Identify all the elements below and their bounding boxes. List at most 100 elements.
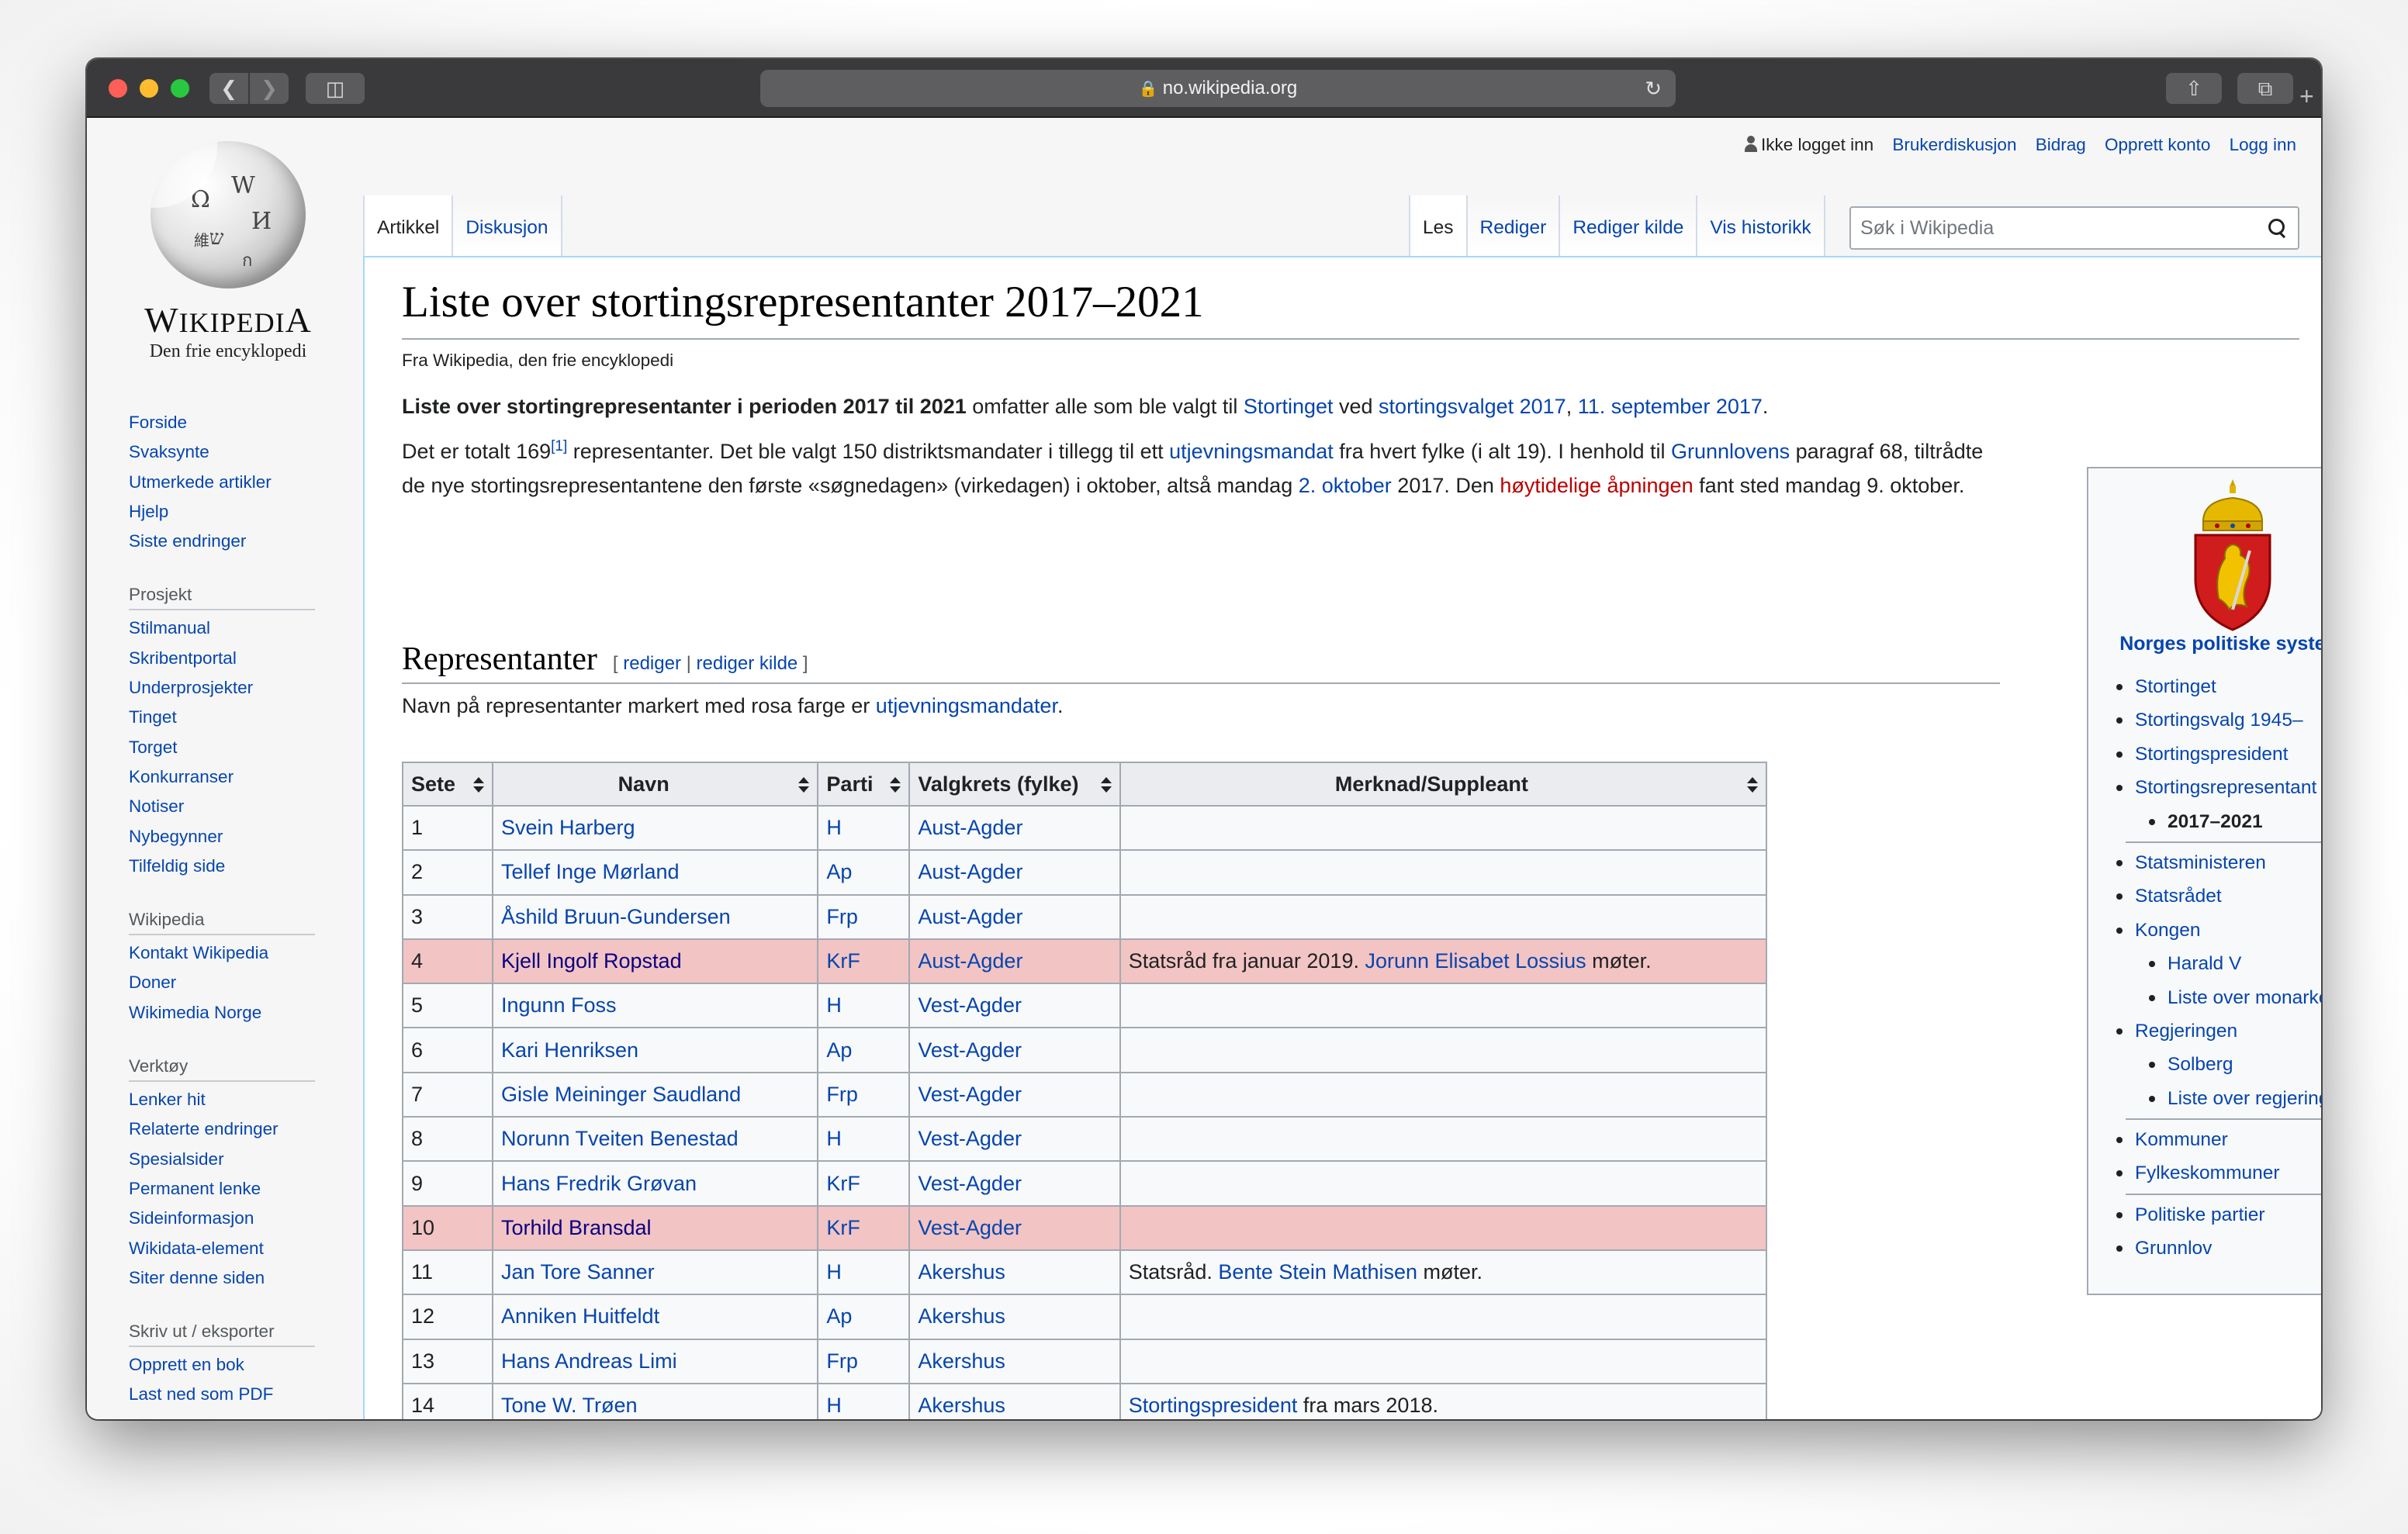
sidebar-item-siter-denne-siden[interactable]: Siter denne siden — [129, 1263, 338, 1293]
party-link[interactable]: Frp — [826, 1083, 858, 1106]
reference-1[interactable]: [1] — [551, 438, 567, 454]
sidebar-heading-verktoy[interactable]: Verktøy — [129, 1051, 315, 1083]
party-link[interactable]: H — [826, 1127, 842, 1150]
sidebar-item-hjelp[interactable]: Hjelp — [129, 497, 338, 527]
sort-icon[interactable] — [798, 777, 810, 794]
sidebar-item-last-ned-som-pdf[interactable]: Last ned som PDF — [129, 1380, 338, 1409]
infobox-item-stortinget[interactable]: Stortinget — [2112, 670, 2321, 703]
party-link[interactable]: H — [826, 993, 842, 1017]
sidebar-item-torget[interactable]: Torget — [129, 733, 338, 762]
representative-link[interactable]: Kjell Ingolf Ropstad — [501, 949, 682, 973]
sidebar-item-spesialsider[interactable]: Spesialsider — [129, 1145, 338, 1174]
address-bar[interactable]: 🔒 no.wikipedia.org ↻ — [760, 70, 1676, 107]
representative-link[interactable]: Anniken Huitfeldt — [501, 1304, 659, 1328]
party-link[interactable]: H — [826, 1260, 842, 1284]
column-header-parti[interactable]: Parti — [817, 762, 911, 807]
column-header-sete[interactable]: Sete — [402, 762, 493, 807]
representative-link[interactable]: Hans Fredrik Grøvan — [501, 1172, 697, 1195]
sidebar-item-lenker-hit[interactable]: Lenker hit — [129, 1085, 338, 1114]
party-link[interactable]: H — [826, 1394, 842, 1417]
column-header-merknad[interactable]: Merknad/Suppleant — [1119, 762, 1768, 807]
infobox-item-fylkeskommuner[interactable]: Fylkeskommuner — [2112, 1156, 2321, 1190]
sidebar-item-permanent-lenke[interactable]: Permanent lenke — [129, 1174, 338, 1204]
infobox-item-liste-over-regjeringer[interactable]: Liste over regjeringer — [2112, 1082, 2321, 1115]
sidebar-item-relaterte-endringer[interactable]: Relaterte endringer — [129, 1114, 338, 1144]
link-stortinget[interactable]: Stortinget — [1244, 395, 1334, 418]
sidebar-item-tinget[interactable]: Tinget — [129, 703, 338, 732]
sidebar-heading-wikipedia[interactable]: Wikipedia — [129, 904, 315, 936]
zoom-window-button[interactable] — [171, 79, 189, 98]
link-opprett-konto[interactable]: Opprett konto — [2105, 135, 2210, 154]
constituency-link[interactable]: Vest-Agder — [918, 1216, 1022, 1239]
sidebar-item-wikimedia-norge[interactable]: Wikimedia Norge — [129, 998, 338, 1028]
constituency-link[interactable]: Aust-Agder — [918, 949, 1022, 973]
party-link[interactable]: KrF — [826, 1172, 860, 1195]
note-link[interactable]: Stortingspresident — [1129, 1394, 1298, 1417]
representative-link[interactable]: Tellef Inge Mørland — [501, 860, 680, 883]
infobox-item-liste-over-monarker[interactable]: Liste over monarker — [2112, 981, 2321, 1014]
sidebar-item-forside[interactable]: Forside — [129, 408, 338, 437]
column-header-valgkrets[interactable]: Valgkrets (fylke) — [908, 762, 1121, 807]
edit-section-link[interactable]: rediger — [623, 653, 681, 674]
sidebar-item-wikidata-element[interactable]: Wikidata-element — [129, 1234, 338, 1263]
representative-link[interactable]: Torhild Bransdal — [501, 1216, 652, 1239]
sidebar-item-siste-endringer[interactable]: Siste endringer — [129, 527, 338, 556]
constituency-link[interactable]: Vest-Agder — [918, 1083, 1022, 1106]
constituency-link[interactable]: Vest-Agder — [918, 1127, 1022, 1150]
edit-source-section-link[interactable]: rediger kilde — [697, 653, 798, 674]
share-button[interactable]: ⇧ — [2166, 73, 2222, 104]
representative-link[interactable]: Åshild Bruun-Gundersen — [501, 905, 731, 928]
representative-link[interactable]: Gisle Meininger Saudland — [501, 1083, 741, 1106]
sort-icon[interactable] — [890, 777, 901, 794]
sort-icon[interactable] — [1747, 777, 1758, 794]
representative-link[interactable]: Jan Tore Sanner — [501, 1260, 655, 1284]
infobox-title[interactable]: Norges politiske system — [2088, 633, 2321, 655]
constituency-link[interactable]: Akershus — [918, 1260, 1005, 1284]
sidebar-item-stilmanual[interactable]: Stilmanual — [129, 613, 338, 643]
link-stortingsvalget-2017[interactable]: stortingsvalget 2017 — [1379, 395, 1566, 418]
note-link[interactable]: Bente Stein Mathisen — [1218, 1260, 1417, 1284]
sidebar-item-opprett-en-bok[interactable]: Opprett en bok — [129, 1350, 338, 1380]
new-tab-button[interactable]: + — [2299, 82, 2314, 111]
note-link[interactable]: Jorunn Elisabet Lossius — [1365, 949, 1586, 973]
link-utjevningsmandater[interactable]: utjevningsmandater — [876, 694, 1057, 717]
infobox-item-stortingspresident[interactable]: Stortingspresident — [2112, 738, 2321, 771]
constituency-link[interactable]: Akershus — [918, 1349, 1005, 1373]
sort-icon[interactable] — [1100, 777, 1112, 794]
sidebar-item-notiser[interactable]: Notiser — [129, 792, 338, 821]
infobox-item-stortingsvalg-1945[interactable]: Stortingsvalg 1945– — [2112, 703, 2321, 737]
constituency-link[interactable]: Akershus — [918, 1304, 1005, 1328]
party-link[interactable]: Ap — [826, 1038, 852, 1062]
sidebar-item-utmerkede-artikler[interactable]: Utmerkede artikler — [129, 468, 338, 497]
representative-link[interactable]: Kari Henriksen — [501, 1038, 638, 1062]
sidebar-item-svaksynte[interactable]: Svaksynte — [129, 437, 338, 467]
representative-link[interactable]: Ingunn Foss — [501, 993, 617, 1017]
column-header-navn[interactable]: Navn — [491, 762, 819, 807]
representative-link[interactable]: Svein Harberg — [501, 816, 635, 839]
constituency-link[interactable]: Vest-Agder — [918, 1038, 1022, 1062]
party-link[interactable]: H — [826, 816, 842, 839]
party-link[interactable]: Frp — [826, 905, 858, 928]
show-tabs-button[interactable]: ⧉ — [2237, 73, 2293, 104]
forward-button[interactable]: ❯ — [250, 73, 289, 104]
tab-rediger[interactable]: Rediger — [1467, 195, 1561, 257]
constituency-link[interactable]: Akershus — [918, 1394, 1005, 1417]
constituency-link[interactable]: Vest-Agder — [918, 1172, 1022, 1195]
redlink-hoytidelige-apningen[interactable]: høytidelige åpningen — [1500, 474, 1693, 497]
representative-link[interactable]: Tone W. Trøen — [501, 1394, 638, 1417]
link-logg-inn[interactable]: Logg inn — [2230, 135, 2296, 154]
sidebar-item-sideinformasjon[interactable]: Sideinformasjon — [129, 1204, 338, 1233]
constituency-link[interactable]: Aust-Agder — [918, 816, 1022, 839]
infobox-item-stortingsrepresentant[interactable]: Stortingsrepresentant — [2112, 771, 2321, 804]
sidebar-item-tilfeldig-side[interactable]: Tilfeldig side — [129, 852, 338, 881]
link-grunnlovens[interactable]: Grunnlovens — [1671, 440, 1790, 463]
sidebar-item-kontakt-wikipedia[interactable]: Kontakt Wikipedia — [129, 938, 338, 968]
infobox-item-politiske-partier[interactable]: Politiske partier — [2112, 1198, 2321, 1232]
infobox-item-regjeringen[interactable]: Regjeringen — [2112, 1014, 2321, 1048]
search-input[interactable]: Søk i Wikipedia — [1849, 206, 2299, 250]
sidebar-heading-skriv-ut-eksporter[interactable]: Skriv ut / eksporter — [129, 1316, 315, 1348]
infobox-item-grunnlov[interactable]: Grunnlov — [2112, 1232, 2321, 1265]
sidebar-item-doner[interactable]: Doner — [129, 968, 338, 997]
party-link[interactable]: Ap — [826, 1304, 852, 1328]
constituency-link[interactable]: Vest-Agder — [918, 993, 1022, 1017]
